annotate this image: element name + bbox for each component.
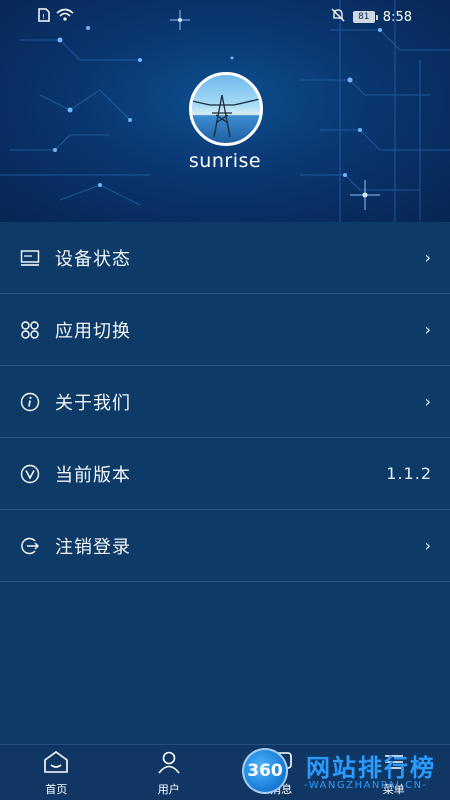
user-avatar[interactable] bbox=[189, 72, 263, 146]
menu-icon bbox=[382, 750, 406, 778]
wifi-icon bbox=[56, 8, 74, 26]
tab-label: 用户 bbox=[157, 782, 180, 796]
message-icon bbox=[269, 750, 293, 778]
menu-item-label: 关于我们 bbox=[55, 392, 131, 414]
tab-label: 首页 bbox=[45, 782, 68, 796]
menu-item-label: 设备状态 bbox=[55, 248, 131, 270]
power-tower-icon bbox=[192, 94, 260, 138]
bottom-tab-bar: 首页 用户 消息 菜单 bbox=[0, 744, 450, 800]
info-icon bbox=[20, 392, 40, 412]
tab-user[interactable]: 用户 bbox=[113, 745, 226, 800]
menu-item-label: 应用切换 bbox=[55, 320, 131, 342]
tab-home[interactable]: 首页 bbox=[0, 745, 113, 800]
tab-message[interactable]: 消息 bbox=[225, 745, 338, 800]
chevron-right-icon: › bbox=[424, 248, 432, 267]
menu-item-current-version[interactable]: 当前版本 1.1.2 bbox=[0, 438, 450, 510]
settings-menu: 设备状态 › 应用切换 › 关于我们 › 当前版本 1.1.2 注销登录 › bbox=[0, 222, 450, 582]
tab-label: 菜单 bbox=[382, 782, 405, 796]
clock: 8:58 bbox=[382, 9, 412, 25]
logout-icon bbox=[20, 536, 40, 556]
menu-item-about-us[interactable]: 关于我们 › bbox=[0, 366, 450, 438]
home-icon bbox=[43, 750, 69, 778]
chevron-right-icon: › bbox=[424, 536, 432, 555]
username: sunrise bbox=[188, 150, 262, 172]
sim-icon: ! bbox=[38, 8, 50, 26]
chevron-right-icon: › bbox=[424, 320, 432, 339]
version-icon bbox=[20, 464, 40, 484]
mute-icon bbox=[331, 8, 345, 26]
apps-icon bbox=[20, 320, 40, 340]
version-number: 1.1.2 bbox=[386, 464, 432, 483]
menu-item-app-switch[interactable]: 应用切换 › bbox=[0, 294, 450, 366]
status-bar: ! 81 8:58 bbox=[0, 0, 450, 34]
menu-item-label: 注销登录 bbox=[55, 536, 131, 558]
device-icon bbox=[20, 248, 40, 268]
menu-item-device-status[interactable]: 设备状态 › bbox=[0, 222, 450, 294]
menu-item-logout[interactable]: 注销登录 › bbox=[0, 510, 450, 582]
tab-menu[interactable]: 菜单 bbox=[338, 745, 450, 800]
svg-text:!: ! bbox=[42, 13, 45, 21]
menu-item-label: 当前版本 bbox=[55, 464, 131, 486]
tab-label: 消息 bbox=[270, 782, 293, 796]
battery-icon: 81 bbox=[352, 11, 378, 23]
user-icon bbox=[157, 750, 181, 778]
chevron-right-icon: › bbox=[424, 392, 432, 411]
